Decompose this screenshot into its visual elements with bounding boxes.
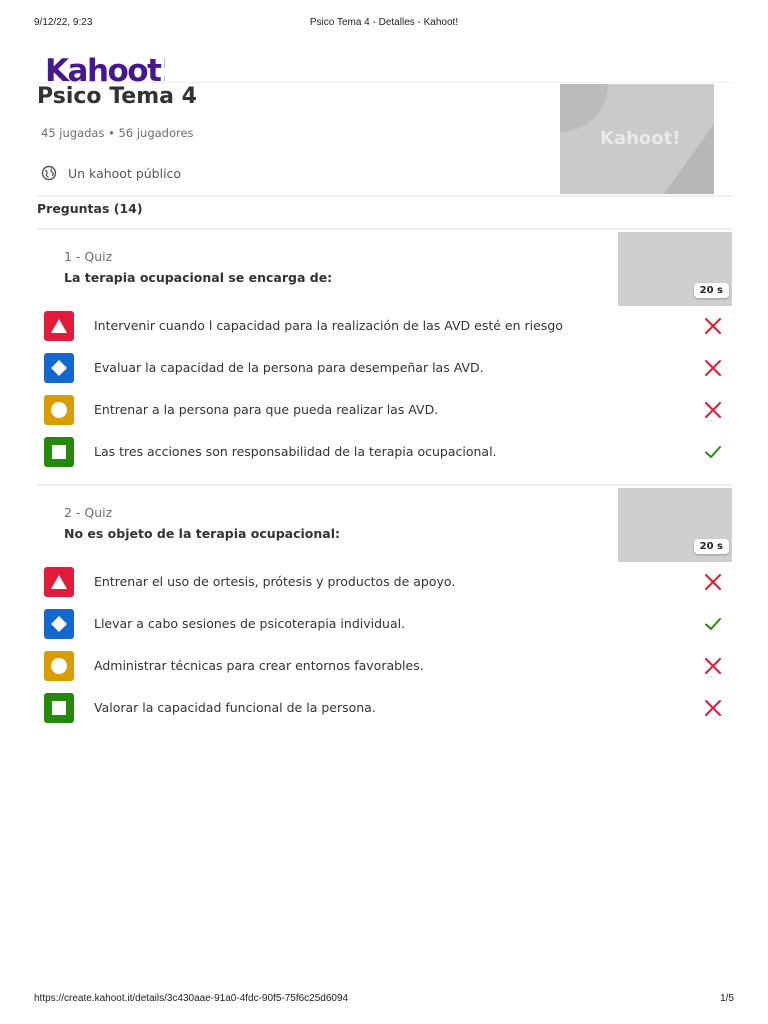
print-page-number: 1/5 [720,993,734,1004]
globe-icon [41,165,57,181]
cover-logo-text: Kahoot! [600,128,681,149]
answer-shape-box [44,437,74,467]
incorrect-icon [705,402,721,418]
incorrect-icon [705,658,721,674]
circle-icon [51,402,67,418]
answer-shape-box [44,395,74,425]
correct-check-icon [705,618,721,630]
visibility-row: Un kahoot público [41,164,181,182]
cover-image[interactable]: Kahoot! [560,84,714,194]
print-footer: https://create.kahoot.it/details/3c430aa… [0,993,768,1007]
question-image: 20 s [618,488,732,562]
kahoot-stats: 45 jugadas • 56 jugadores [41,126,194,140]
section-divider [37,195,732,197]
incorrect-icon [705,574,721,590]
question-card[interactable]: 1 - Quiz La terapia ocupacional se encar… [37,232,732,480]
circle-icon [51,658,67,674]
triangle-icon [51,319,67,333]
answer-text: Administrar técnicas para crear entornos… [94,658,424,673]
answer-text: Evaluar la capacidad de la persona para … [94,360,484,375]
triangle-icon [51,575,67,589]
visibility-label: Un kahoot público [68,165,182,181]
answer-shape-box [44,609,74,639]
print-url: https://create.kahoot.it/details/3c430aa… [34,993,349,1004]
answer-row: Entrenar a la persona para que pueda rea… [37,394,732,426]
incorrect-icon [705,700,721,716]
answer-text: Valorar la capacidad funcional de la per… [94,700,376,715]
question-title: No es objeto de la terapia ocupacional: [64,526,340,541]
diamond-icon [51,616,67,632]
answer-shape-box [44,311,74,341]
answer-shape-box [44,567,74,597]
incorrect-icon [705,318,721,334]
square-icon [52,445,66,459]
question-title: La terapia ocupacional se encarga de: [64,270,333,285]
section-divider [37,228,732,230]
answer-row: Valorar la capacidad funcional de la per… [37,692,732,724]
time-limit-badge: 20 s [693,283,729,298]
question-image: 20 s [618,232,732,306]
correct-check-icon [705,446,721,458]
answer-row: Las tres acciones son responsabilidad de… [37,436,732,468]
answer-text: Entrenar a la persona para que pueda rea… [94,402,439,417]
answer-row: Evaluar la capacidad de la persona para … [37,352,732,384]
square-icon [52,701,66,715]
question-type: 1 - Quiz [64,249,113,264]
answer-row: Entrenar el uso de ortesis, prótesis y p… [37,566,732,598]
answer-text: Intervenir cuando l capacidad para la re… [94,318,563,333]
answer-shape-box [44,353,74,383]
print-page-title: Psico Tema 4 - Detalles - Kahoot! [309,17,459,28]
incorrect-icon [705,360,721,376]
diamond-icon [51,360,67,376]
kahoot-title: Psico Tema 4 [37,84,197,109]
print-header: 9/12/22, 9:23 Psico Tema 4 - Detalles - … [0,17,768,31]
question-type: 2 - Quiz [64,505,113,520]
question-divider [37,484,732,486]
answer-text: Llevar a cabo sesiones de psicoterapia i… [94,616,406,631]
question-card[interactable]: 2 - Quiz No es objeto de la terapia ocup… [37,488,732,736]
cover-circle-shape [560,84,608,132]
answer-row: Llevar a cabo sesiones de psicoterapia i… [37,608,732,640]
answer-row: Intervenir cuando l capacidad para la re… [37,310,732,342]
header-divider [37,82,732,83]
answer-shape-box [44,693,74,723]
answer-shape-box [44,651,74,681]
answer-row: Administrar técnicas para crear entornos… [37,650,732,682]
time-limit-badge: 20 s [693,539,729,554]
answer-text: Entrenar el uso de ortesis, prótesis y p… [94,574,456,589]
answer-text: Las tres acciones son responsabilidad de… [94,444,497,459]
questions-count: Preguntas (14) [37,201,143,216]
